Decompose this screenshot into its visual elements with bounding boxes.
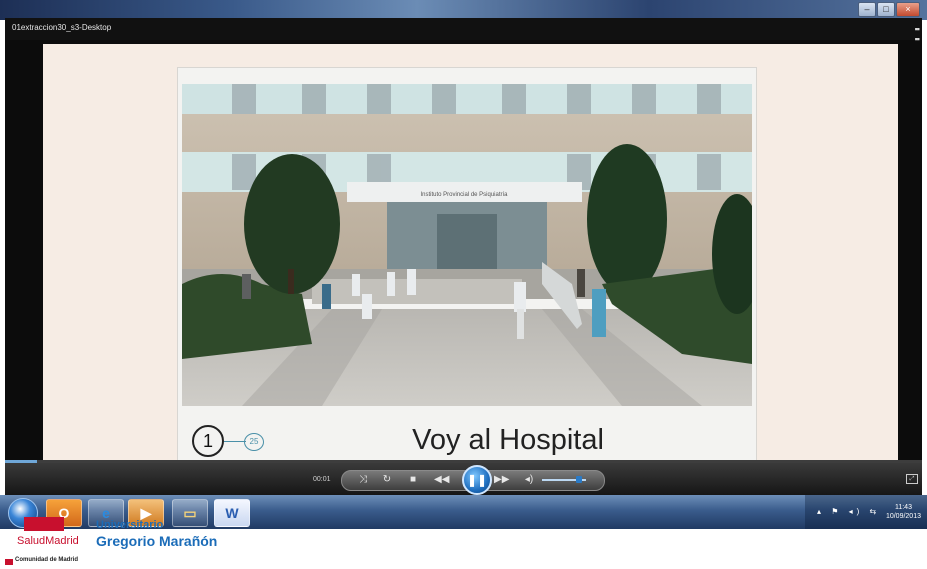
player-controls: 00:01 ⤨ ↻ ■ ◀◀ ❚❚ ▶▶ ◂) ⤢ bbox=[5, 463, 922, 495]
slide: Instituto Provincial de Psiquiatría 1 25… bbox=[178, 68, 756, 471]
logo-universitario: Universitario bbox=[96, 519, 164, 531]
control-pill: ⤨ ↻ ■ ◀◀ ❚❚ ▶▶ ◂) bbox=[341, 465, 605, 495]
previous-icon[interactable]: ◀◀ bbox=[434, 474, 449, 485]
explorer-taskbar-button[interactable]: ▭ bbox=[172, 499, 208, 527]
switch-view-icon[interactable]: ▪▪ ▪▪ bbox=[915, 24, 920, 44]
window-title: 01extraccion30_s3-Desktop bbox=[12, 23, 112, 32]
pause-button[interactable]: ❚❚ bbox=[462, 465, 492, 495]
minimize-button[interactable]: – bbox=[858, 2, 876, 17]
hospital-entrance-photo: Instituto Provincial de Psiquiatría bbox=[182, 84, 752, 406]
slide-number: 1 bbox=[192, 425, 224, 457]
fullscreen-icon[interactable]: ⤢ bbox=[906, 474, 918, 484]
clock[interactable]: 11:43 10/09/2013 bbox=[886, 503, 921, 521]
clock-time: 11:43 bbox=[894, 504, 912, 511]
close-button[interactable]: × bbox=[896, 2, 920, 17]
desktop-background bbox=[0, 0, 927, 20]
building-sign: Instituto Provincial de Psiquiatría bbox=[420, 192, 508, 198]
stop-icon[interactable]: ■ bbox=[406, 474, 420, 485]
salud-madrid-logo-mark bbox=[24, 517, 64, 531]
volume-knob[interactable] bbox=[576, 476, 582, 483]
comunidad-flag-icon bbox=[5, 559, 13, 565]
slide-title: Voy al Hospital bbox=[412, 424, 604, 456]
slide-number-connector bbox=[224, 441, 246, 442]
maximize-button[interactable]: □ bbox=[877, 2, 895, 17]
hospital-logo: SaludMadrid Universitario Gregorio Marañ… bbox=[0, 517, 300, 569]
video-area[interactable]: Instituto Provincial de Psiquiatría 1 25… bbox=[43, 44, 898, 471]
shuffle-icon[interactable]: ⤨ bbox=[356, 474, 370, 485]
system-tray: ▴ ⚑ ◂) ⇆ 11:43 10/09/2013 bbox=[805, 495, 927, 529]
next-icon[interactable]: ▶▶ bbox=[494, 474, 509, 485]
window-controls: – □ × bbox=[858, 2, 920, 17]
elapsed-time: 00:01 bbox=[313, 476, 331, 483]
repeat-icon[interactable]: ↻ bbox=[380, 474, 394, 485]
logo-gregorio-maranon: Gregorio Marañón bbox=[96, 533, 218, 549]
slide-total: 25 bbox=[244, 433, 264, 451]
volume-icon[interactable]: ◂) bbox=[522, 474, 536, 485]
word-taskbar-button[interactable]: W bbox=[214, 499, 250, 527]
media-player-window: – □ × 01extraccion30_s3-Desktop ▪▪ ▪▪ In… bbox=[5, 2, 922, 495]
tray-icons[interactable]: ▴ ⚑ ◂) ⇆ bbox=[817, 507, 880, 516]
volume-slider[interactable] bbox=[542, 476, 586, 483]
logo-comunidad-madrid: Comunidad de Madrid bbox=[15, 557, 78, 563]
logo-salud-madrid: SaludMadrid bbox=[17, 535, 79, 547]
clock-date: 10/09/2013 bbox=[885, 513, 921, 520]
title-bar: 01extraccion30_s3-Desktop ▪▪ ▪▪ bbox=[5, 18, 922, 44]
